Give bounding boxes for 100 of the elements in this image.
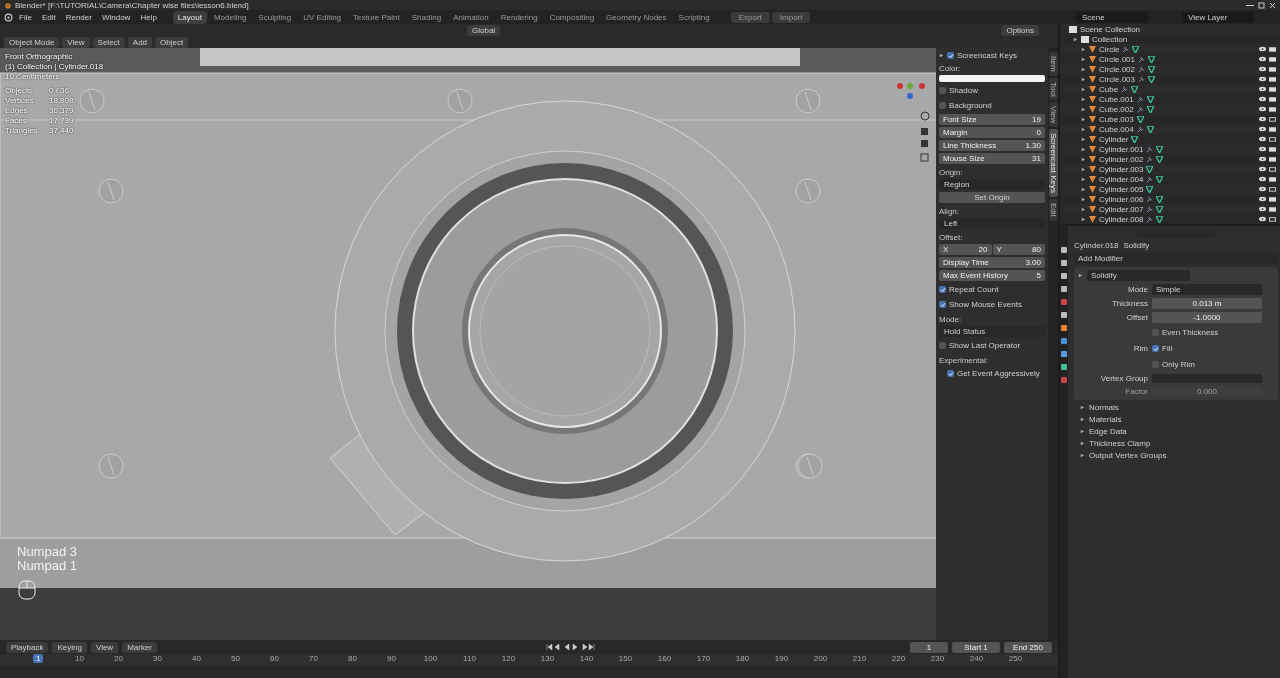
number-field[interactable]: Max Event History 5 <box>939 270 1045 281</box>
tree-item[interactable]: Circle.003 <box>1099 74 1135 84</box>
menu-item[interactable]: Edit <box>37 11 60 23</box>
subpanel-header[interactable]: Thickness Clamp <box>1089 439 1151 448</box>
timeline-menu[interactable]: View <box>90 641 119 653</box>
wrench-icon[interactable] <box>1136 95 1144 103</box>
expand-arrow-icon[interactable] <box>1080 453 1085 458</box>
header-button[interactable]: Import <box>771 11 811 23</box>
frame-field[interactable]: 1 <box>910 641 948 653</box>
tree-item[interactable]: Cylinder.008 <box>1099 214 1144 224</box>
tree-item[interactable]: Circle.002 <box>1099 64 1135 74</box>
color-swatch[interactable] <box>939 75 1045 82</box>
tree-item[interactable]: Cylinder.006 <box>1099 194 1144 204</box>
eye-icon[interactable] <box>1259 216 1266 222</box>
tree-item[interactable]: Cube.004 <box>1099 124 1134 134</box>
workspace-tab[interactable]: Animation <box>448 10 494 24</box>
modifier-name-field[interactable]: Solidify <box>1087 270 1190 281</box>
eye-icon[interactable] <box>1259 96 1266 102</box>
checkbox[interactable] <box>1152 361 1159 368</box>
viewport-menu[interactable]: Add <box>127 36 153 48</box>
dropdown[interactable]: Left <box>939 218 1045 229</box>
tree-item[interactable]: Cylinder.003 <box>1099 164 1144 174</box>
workspace-tab[interactable]: Layout <box>172 10 207 24</box>
sidebar-tab[interactable]: Item <box>1048 52 1058 76</box>
eye-icon[interactable] <box>1259 186 1266 192</box>
wrench-icon[interactable] <box>1146 195 1154 203</box>
eye-icon[interactable] <box>1259 56 1266 62</box>
eye-icon[interactable] <box>1259 176 1266 182</box>
number-field[interactable]: Display Time 3.00 <box>939 257 1045 268</box>
add-modifier-dropdown[interactable]: Add Modifier <box>1074 253 1278 264</box>
workspace-tab[interactable]: Scripting <box>673 10 715 24</box>
eye-icon[interactable] <box>1259 126 1266 132</box>
subpanel-header[interactable]: Output Vertex Groups <box>1089 451 1167 460</box>
wrench-icon[interactable] <box>1138 65 1145 73</box>
number-field[interactable]: Mouse Size 31 <box>939 153 1045 164</box>
timeline-menu[interactable]: Playback <box>6 641 49 653</box>
tree-item[interactable]: Cylinder.004 <box>1099 174 1144 184</box>
number-field[interactable]: X 20 <box>939 244 992 255</box>
start-frame-field[interactable]: Start 1 <box>952 641 1000 653</box>
transform-dropdown[interactable]: Global <box>467 24 501 36</box>
workspace-tab[interactable]: Sculpting <box>253 10 297 24</box>
wrench-icon[interactable] <box>1146 215 1154 223</box>
tree-item[interactable]: Cube.003 <box>1099 114 1134 124</box>
checkbox[interactable] <box>939 102 946 109</box>
dropdown[interactable]: Simple <box>1152 284 1262 295</box>
dropdown[interactable]: Region <box>939 179 1045 190</box>
menu-item[interactable]: Help <box>136 11 161 23</box>
workspace-tab[interactable]: Modeling <box>208 10 252 24</box>
checkbox[interactable] <box>1152 345 1159 352</box>
viewport-menu[interactable]: Select <box>92 36 125 48</box>
workspace-tab[interactable]: Geometry Nodes <box>601 10 672 24</box>
eye-icon[interactable] <box>1259 206 1266 212</box>
workspace-tab[interactable]: UV Editing <box>298 10 347 24</box>
options-dropdown[interactable]: Options <box>1001 24 1039 36</box>
set-origin-button[interactable]: Set Origin <box>939 192 1045 203</box>
wrench-icon[interactable] <box>1146 205 1154 213</box>
eye-icon[interactable] <box>1259 66 1266 72</box>
wrench-icon[interactable] <box>1121 85 1129 93</box>
wrench-icon[interactable] <box>1136 105 1144 113</box>
header-button[interactable]: Export <box>730 11 770 23</box>
workspace-tab[interactable]: Compositing <box>544 10 600 24</box>
sidebar-tab[interactable]: Tool <box>1048 77 1058 101</box>
sidebar-tab[interactable]: View <box>1048 102 1058 128</box>
tree-item[interactable]: Cylinder.001 <box>1099 144 1144 154</box>
wrench-icon[interactable] <box>1122 45 1130 53</box>
eye-icon[interactable] <box>1259 76 1266 82</box>
tree-item[interactable]: Scene Collection <box>1080 24 1141 34</box>
tree-item[interactable]: Cube.001 <box>1099 94 1134 104</box>
number-field[interactable]: Line Thickness 1.30 <box>939 140 1045 151</box>
expand-arrow-icon[interactable] <box>1080 429 1085 434</box>
timeline-menu[interactable]: Marker <box>122 641 158 653</box>
wrench-icon[interactable] <box>1146 175 1154 183</box>
end-frame-field[interactable]: End 250 <box>1004 641 1052 653</box>
expand-arrow-icon[interactable] <box>1080 417 1085 422</box>
checkbox[interactable] <box>947 52 954 59</box>
tree-item[interactable]: Cylinder <box>1099 134 1129 144</box>
wrench-icon[interactable] <box>1146 155 1154 163</box>
eye-icon[interactable] <box>1259 86 1266 92</box>
subpanel-header[interactable]: Edge Data <box>1089 427 1127 436</box>
workspace-tab[interactable]: Shading <box>406 10 447 24</box>
checkbox[interactable] <box>939 87 946 94</box>
wrench-icon[interactable] <box>1136 125 1144 133</box>
tree-item[interactable]: Cube.002 <box>1099 104 1134 114</box>
expand-arrow-icon[interactable] <box>1080 405 1085 410</box>
tree-item[interactable]: Cylinder.007 <box>1099 204 1144 214</box>
timeline-menu[interactable]: Keying <box>52 641 87 653</box>
tree-item[interactable]: Cylinder.005 <box>1099 184 1144 194</box>
sidebar-tab[interactable]: Edit <box>1048 199 1058 222</box>
eye-icon[interactable] <box>1259 166 1266 172</box>
menu-item[interactable]: File <box>15 11 36 23</box>
number-field[interactable]: Margin 0 <box>939 127 1045 138</box>
wrench-icon[interactable] <box>1146 145 1154 153</box>
wrench-icon[interactable] <box>1138 55 1145 63</box>
tree-item[interactable]: Circle <box>1099 44 1120 54</box>
subpanel-header[interactable]: Materials <box>1089 415 1122 424</box>
eye-icon[interactable] <box>1259 146 1266 152</box>
checkbox[interactable] <box>939 286 946 293</box>
maximize-icon[interactable] <box>1258 1 1265 9</box>
dropdown[interactable]: Hold Status <box>939 326 1045 337</box>
expand-arrow-icon[interactable] <box>1078 273 1083 278</box>
